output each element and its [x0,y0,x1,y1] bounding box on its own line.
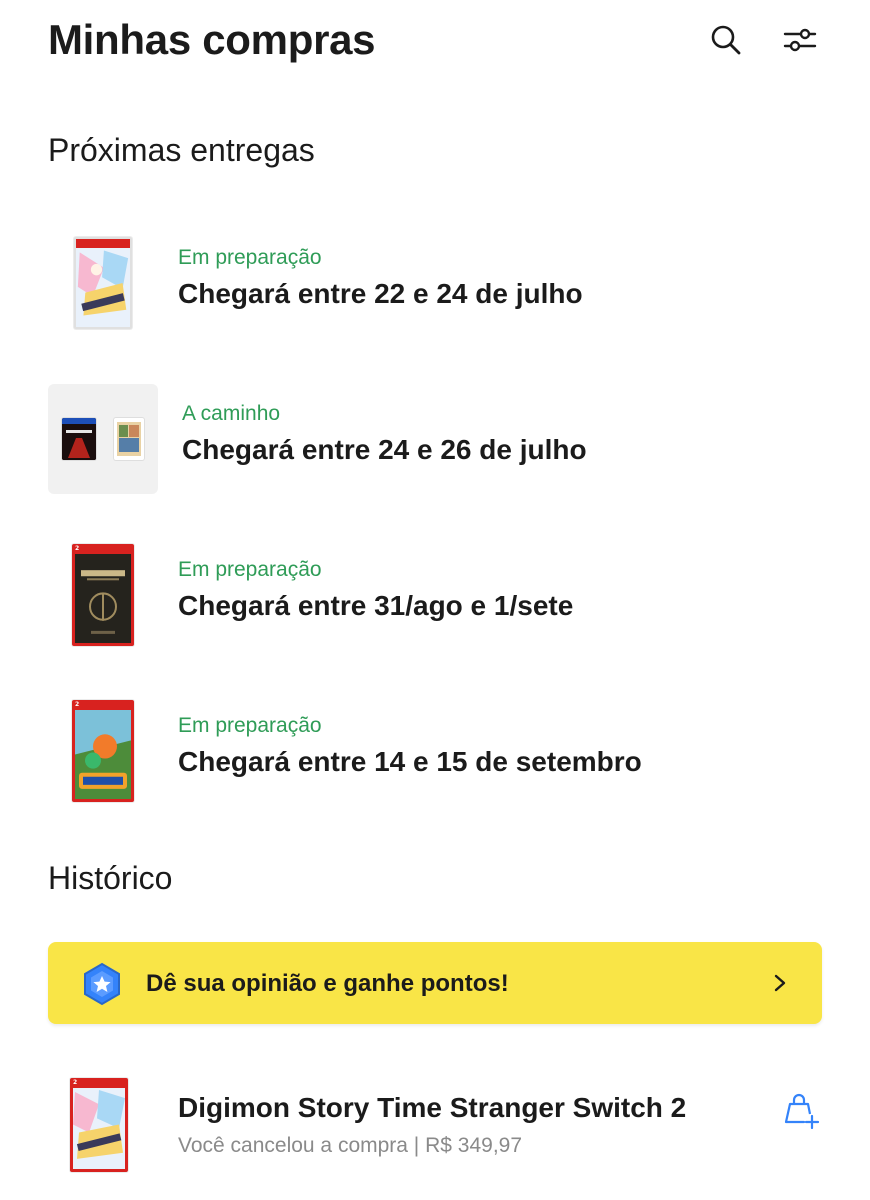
delivery-item[interactable]: 2 Em preparação Chegará entre 31/ago e 1… [48,540,828,660]
digimon-cover-image [74,237,132,329]
delivery-status: A caminho [182,402,281,425]
delivery-status: Em preparação [178,558,322,581]
chevron-right-icon [774,974,786,992]
page-title: Minhas compras [48,16,376,63]
delivery-item[interactable]: A caminho Chegará entre 24 e 26 de julho [48,384,828,504]
history-item[interactable]: 2 Digimon Story Time Stranger Switch 2 V… [48,1076,828,1176]
app-header: Minhas compras [48,14,822,66]
search-icon[interactable] [708,22,744,58]
digimon-history-cover-image: 2 [70,1078,128,1172]
filter-sliders-icon[interactable] [782,22,818,58]
product-thumbnail: 2 [48,540,158,650]
section-title-upcoming: Próximas entregas [48,132,315,168]
gta-cover-image [114,418,144,460]
delivery-eta: Chegará entre 24 e 26 de julho [182,434,587,465]
history-product-name: Digimon Story Time Stranger Switch 2 [178,1092,687,1123]
product-thumbnail [48,228,158,338]
delivery-status: Em preparação [178,246,322,269]
delivery-item[interactable]: 2 Em preparação Chegará entre 14 e 15 de… [48,696,828,816]
delivery-eta: Chegará entre 31/ago e 1/sete [178,590,574,621]
star-hexagon-badge-icon [84,962,120,1006]
delivery-status: Em preparação [178,714,322,737]
product-thumbnail [48,384,158,494]
oblivion-cover-image: 2 [72,544,134,646]
promo-text: Dê sua opinião e ganhe pontos! [146,970,509,997]
section-title-history: Histórico [48,860,173,896]
product-thumbnail: 2 [48,696,158,806]
splatoon-raiders-cover-image: 2 [72,700,134,802]
buy-again-bag-icon[interactable] [778,1088,822,1132]
delivery-eta: Chegará entre 14 e 15 de setembro [178,746,642,777]
history-status-price: Você cancelou a compra | R$ 349,97 [178,1134,523,1157]
delivery-eta: Chegará entre 22 e 24 de julho [178,278,583,309]
control-cover-image [62,418,96,460]
feedback-points-banner[interactable]: Dê sua opinião e ganhe pontos! [48,942,822,1024]
delivery-item[interactable]: Em preparação Chegará entre 22 e 24 de j… [48,228,828,348]
